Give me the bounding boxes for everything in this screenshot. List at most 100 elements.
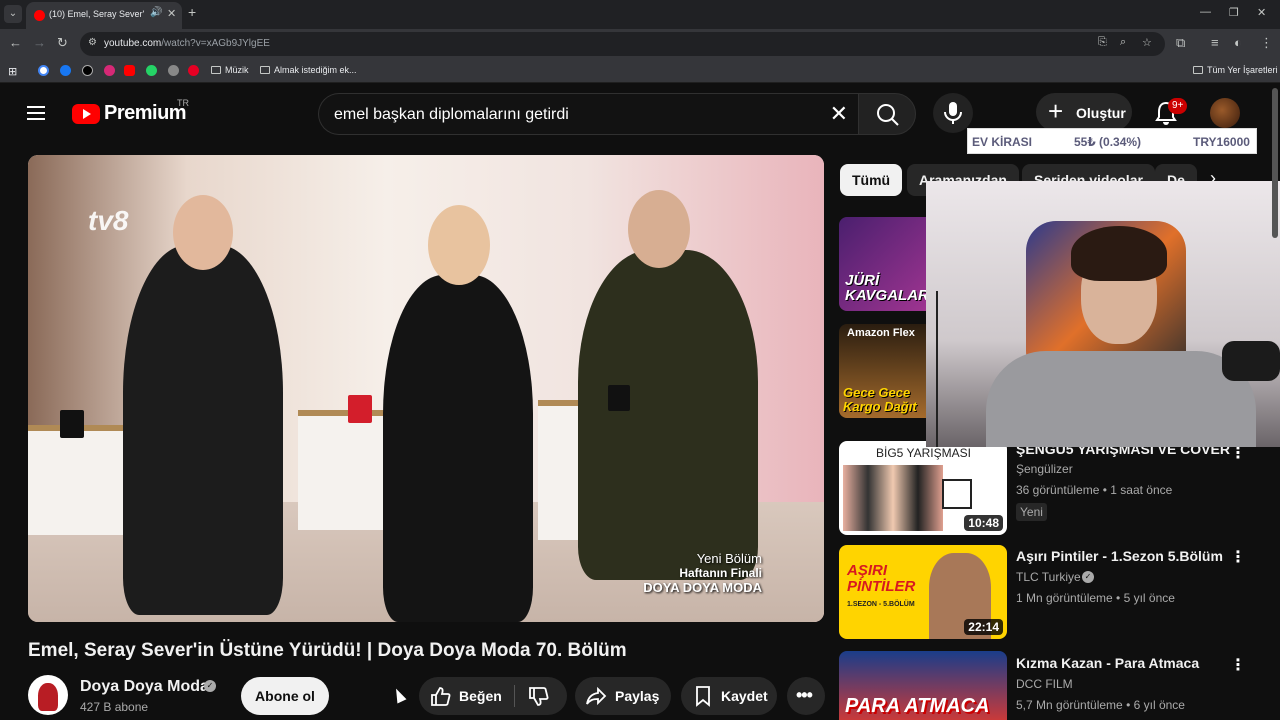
address-bar[interactable]: ⚙ youtube.com/watch?v=xAGb9JYlgEE ⎘ ⌕ ☆ — [80, 32, 1165, 56]
save-button[interactable]: Kaydet — [681, 677, 777, 715]
like-dislike-group: Beğen — [419, 677, 567, 715]
more-actions-button[interactable]: ••• — [787, 677, 825, 715]
all-bookmarks[interactable]: Tüm Yer İşaretleri — [1193, 65, 1278, 75]
video-cup — [608, 385, 630, 411]
browser-menu-icon[interactable]: ⋮ — [1260, 35, 1273, 51]
thumb-caption: BİG5 YARIŞMASI — [876, 446, 971, 460]
rec-title[interactable]: Kızma Kazan - Para Atmaca — [1016, 655, 1199, 671]
rec-menu-icon[interactable]: ⋮ — [1230, 655, 1246, 675]
voice-search-button[interactable] — [933, 93, 973, 133]
bookmarks-bar: ⊞ Müzik Almak istediğim ek... Tüm Yer İş… — [0, 59, 1280, 83]
install-app-icon[interactable]: ⎘ — [1098, 36, 1107, 49]
like-button[interactable]: Beğen — [419, 677, 514, 715]
rec-channel[interactable]: TLC Turkiye — [1016, 570, 1081, 584]
thumb-caption: Gece Gece Kargo Dağıt — [843, 385, 917, 414]
facebook-icon[interactable] — [60, 65, 71, 76]
instagram-icon[interactable] — [104, 65, 115, 76]
browser-tab[interactable]: (10) Emel, Seray Sever'in Üs... 🔊 ✕ — [26, 2, 182, 29]
share-button[interactable]: Paylaş — [575, 677, 671, 715]
media-control-icon[interactable]: ≡ — [1211, 35, 1219, 50]
back-icon[interactable]: ← — [9, 35, 22, 50]
folder-icon — [260, 66, 270, 74]
tab-search-icon[interactable]: ⌄ — [4, 5, 22, 23]
rec-meta: 1 Mn görüntüleme • 5 yıl önce — [1016, 591, 1175, 605]
page-scrollbar[interactable] — [1272, 88, 1278, 238]
rec-channel[interactable]: Şengülizer — [1016, 462, 1073, 476]
extensions-icon[interactable]: ⧉ — [1176, 35, 1185, 51]
rec-title[interactable]: Aşırı Pintiler - 1.Sezon 5.Bölüm — [1016, 548, 1223, 564]
bookmark-star-icon[interactable]: ☆ — [1142, 36, 1152, 49]
save-label: Kaydet — [721, 688, 768, 704]
new-tab-icon[interactable]: + — [188, 4, 196, 20]
microphone-icon — [944, 102, 962, 124]
bookmark-folder-extensions[interactable]: Almak istediğim ek... — [260, 65, 357, 75]
reload-icon[interactable]: ↻ — [57, 35, 68, 51]
search-icon — [877, 104, 899, 126]
notification-badge: 9+ — [1168, 98, 1188, 114]
youtube-logo-icon[interactable] — [72, 104, 100, 124]
x-icon[interactable] — [82, 65, 93, 76]
bookmark-folder-music[interactable]: Müzik — [211, 65, 249, 75]
youtube-favicon-icon — [34, 10, 45, 21]
rec-thumbnail[interactable]: PARA ATMACA — [839, 651, 1007, 720]
apps-icon[interactable]: ⊞ — [8, 65, 17, 78]
menu-icon[interactable] — [27, 106, 45, 120]
profile-icon[interactable]: ◐ — [1234, 35, 1242, 50]
web-icon[interactable] — [168, 65, 179, 76]
create-button[interactable]: + Oluştur — [1036, 93, 1132, 131]
account-avatar[interactable] — [1210, 98, 1240, 128]
overlay-show-name: DOYA DOYA MODA — [643, 580, 762, 595]
verified-icon: ✓ — [1082, 571, 1094, 583]
rec-thumbnail[interactable]: BİG5 YARIŞMASI 10:48 — [839, 441, 1007, 535]
rec-channel[interactable]: DCC FILM — [1016, 677, 1073, 691]
pinterest-icon[interactable] — [188, 65, 199, 76]
youtube-bookmark-icon[interactable] — [124, 65, 135, 76]
video-player[interactable]: tv8 Yeni Bölüm Haftanın Finali DOYA DOYA… — [28, 155, 824, 622]
bookmark-label: Müzik — [225, 65, 249, 75]
whatsapp-icon[interactable] — [146, 65, 157, 76]
ticker-name: EV KİRASI — [972, 135, 1033, 149]
video-person-head — [628, 190, 690, 268]
clear-search-icon[interactable]: ✕ — [830, 101, 848, 127]
subscriber-count: 427 B abone — [80, 700, 149, 714]
streamer-webcam-overlay — [926, 181, 1280, 447]
create-label: Oluştur — [1076, 105, 1126, 121]
rec-meta: 36 görüntüleme • 1 saat önce — [1016, 483, 1173, 497]
browser-tab-strip: ⌄ (10) Emel, Seray Sever'in Üs... 🔊 ✕ + … — [0, 0, 1280, 29]
forward-icon[interactable]: → — [33, 35, 46, 50]
speaker-icon[interactable]: 🔊 — [150, 7, 162, 18]
thumb-caption: PARA ATMACA — [845, 695, 990, 717]
site-info-icon[interactable]: ⚙ — [88, 37, 97, 48]
subscribe-button[interactable]: Abone ol — [241, 677, 329, 715]
google-icon[interactable] — [38, 65, 49, 76]
search-query: emel başkan diplomalarını getirdi — [334, 106, 569, 123]
maximize-icon[interactable]: ❐ — [1229, 6, 1239, 19]
bookmark-icon — [696, 686, 710, 707]
rec-thumbnail[interactable]: AŞIRI PİNTİLER 1.SEZON - 5.BÖLÜM 22:14 — [839, 545, 1007, 639]
thumbs-down-icon — [529, 687, 549, 706]
search-button[interactable] — [858, 93, 916, 135]
rec-menu-icon[interactable]: ⋮ — [1230, 547, 1246, 567]
thumb-brand: Amazon Flex — [847, 327, 915, 339]
share-icon — [586, 686, 607, 706]
channel-avatar[interactable] — [28, 675, 68, 715]
webcam-person-body — [986, 351, 1256, 447]
dislike-button[interactable] — [515, 677, 567, 715]
like-label: Beğen — [459, 688, 502, 704]
webcam-microphone — [1222, 341, 1280, 381]
zoom-icon[interactable]: ⌕ — [1120, 36, 1126, 49]
close-tab-icon[interactable]: ✕ — [167, 7, 176, 20]
webcam-tripod — [936, 291, 938, 447]
close-window-icon[interactable]: ✕ — [1257, 6, 1266, 19]
minimize-icon[interactable]: — — [1200, 6, 1211, 18]
brand-name[interactable]: Premium — [104, 102, 187, 125]
thumb-logo — [942, 479, 972, 509]
chip-all[interactable]: Tümü — [840, 164, 903, 196]
channel-name[interactable]: Doya Doya Moda — [80, 678, 209, 696]
bookmark-label: Almak istediğim ek... — [274, 65, 357, 75]
verified-icon: ✓ — [204, 680, 216, 692]
overlay-week-finale: Haftanın Finali — [679, 566, 762, 580]
plus-icon: + — [1048, 96, 1064, 126]
search-input[interactable]: emel başkan diplomalarını getirdi ✕ — [318, 93, 858, 135]
url-host: youtube.com — [104, 38, 162, 49]
